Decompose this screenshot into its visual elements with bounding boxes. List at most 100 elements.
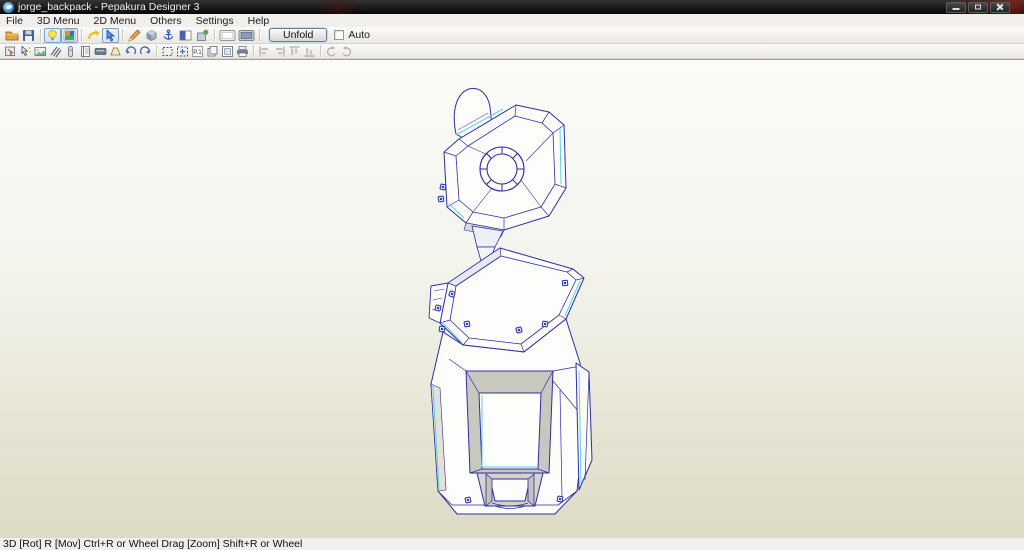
pencil-edit-icon	[128, 29, 141, 42]
toolbar-separator	[320, 45, 321, 57]
title-bar[interactable]: jorge_backpack - Pepakura Designer 3	[0, 0, 1024, 14]
light-toggle-button[interactable]	[44, 27, 61, 43]
anchor-fix-icon	[163, 28, 174, 40]
redo-curve-icon	[139, 45, 151, 54]
flap-tab-icon	[110, 47, 121, 55]
notebook-icon	[81, 45, 90, 57]
rotate-cw-icon	[342, 45, 352, 56]
hatch-lines-icon	[50, 46, 62, 57]
close-button[interactable]	[990, 1, 1010, 13]
toolbar-separator	[214, 29, 215, 41]
align-bottom-button[interactable]	[302, 45, 317, 58]
split-view-button[interactable]	[177, 28, 194, 43]
app-window: jorge_backpack - Pepakura Designer 3 Fil…	[0, 0, 1024, 550]
undo-curve-icon	[125, 45, 137, 54]
toolbar-separator	[156, 45, 157, 57]
pane-2d-icon	[238, 29, 255, 41]
unfold-button[interactable]: Unfold	[269, 28, 328, 42]
redo-curve-button[interactable]	[138, 45, 153, 58]
menu-settings[interactable]: Settings	[196, 15, 234, 27]
toolbar-2d-tools: P.1	[0, 44, 1024, 59]
menu-others[interactable]: Others	[150, 15, 182, 27]
pick-point-button[interactable]	[18, 45, 33, 58]
menu-2d[interactable]: 2D Menu	[94, 15, 137, 27]
material-box-button[interactable]	[143, 28, 160, 43]
toolbar-separator	[253, 45, 254, 57]
page-frame-icon	[222, 45, 233, 57]
select-pointer-button[interactable]	[102, 27, 119, 43]
toolbar-separator	[122, 29, 123, 41]
move-marquee-icon	[177, 46, 188, 56]
flap-tab-button[interactable]	[108, 45, 123, 58]
save-button[interactable]	[20, 28, 37, 43]
glue-stick-icon	[68, 45, 73, 57]
undo-curve-button[interactable]	[123, 45, 138, 58]
minimize-button[interactable]	[946, 1, 966, 13]
save-icon	[23, 29, 34, 41]
toolbar-main: Unfold Auto	[0, 27, 1024, 44]
edit-image-button[interactable]	[33, 45, 48, 58]
restore-button[interactable]	[968, 1, 988, 13]
move-marquee-button[interactable]	[175, 45, 190, 58]
toolbar-separator	[259, 29, 260, 41]
glue-stick-button[interactable]	[63, 45, 78, 58]
menu-bar: File 3D Menu 2D Menu Others Settings Hel…	[0, 14, 1024, 27]
align-left-button[interactable]	[257, 45, 272, 58]
toolbar-separator	[40, 29, 41, 41]
select-part-button[interactable]	[3, 45, 18, 58]
open-folder-icon	[5, 31, 18, 41]
part-settings-icon	[197, 29, 209, 41]
texture-view-icon	[63, 29, 76, 41]
page-number-icon: P.1	[192, 45, 203, 57]
align-right-button[interactable]	[272, 45, 287, 58]
rotate-view-button[interactable]	[85, 28, 102, 43]
edit-image-icon	[34, 46, 46, 56]
close-icon	[996, 3, 1004, 11]
split-view-icon	[179, 30, 192, 40]
pane-3d-button[interactable]	[218, 28, 237, 43]
anchor-fix-button[interactable]	[160, 28, 177, 43]
auto-unfold-option: Auto	[334, 29, 370, 41]
page-stack-icon	[207, 45, 218, 56]
page-frame-button[interactable]	[220, 45, 235, 58]
status-bar: 3D [Rot] R [Mov] Ctrl+R or Wheel Drag [Z…	[0, 537, 1024, 550]
model-viewport[interactable]	[0, 59, 1024, 537]
rotate-cw-button[interactable]	[339, 45, 354, 58]
window-title: jorge_backpack - Pepakura Designer 3	[18, 1, 200, 13]
rotate-ccw-button[interactable]	[324, 45, 339, 58]
align-right-icon	[276, 46, 285, 56]
restore-icon	[975, 4, 981, 10]
window-controls	[946, 1, 1010, 13]
printer-icon	[237, 45, 248, 57]
status-text: 3D [Rot] R [Mov] Ctrl+R or Wheel Drag [Z…	[3, 538, 303, 550]
page-stack-button[interactable]	[205, 45, 220, 58]
menu-help[interactable]: Help	[248, 15, 270, 27]
printer-button[interactable]	[235, 45, 250, 58]
menu-3d[interactable]: 3D Menu	[37, 15, 80, 27]
pane-2d-button[interactable]	[237, 28, 256, 43]
notebook-button[interactable]	[78, 45, 93, 58]
open-folder-button[interactable]	[3, 28, 20, 43]
rotate-ccw-icon	[326, 45, 336, 56]
toolbar-separator	[81, 29, 82, 41]
select-part-icon	[5, 46, 15, 56]
envelope-slot-button[interactable]	[93, 45, 108, 58]
select-pointer-icon	[106, 28, 115, 41]
pencil-edit-button[interactable]	[126, 28, 143, 43]
3d-model-wireframe	[428, 87, 593, 515]
part-settings-button[interactable]	[194, 28, 211, 43]
pane-3d-icon	[219, 29, 236, 41]
align-bottom-icon	[304, 47, 315, 57]
svg-text:P.1: P.1	[193, 49, 202, 56]
marquee-box-button[interactable]	[160, 45, 175, 58]
auto-checkbox[interactable]	[334, 30, 345, 40]
align-top-icon	[289, 45, 300, 55]
minimize-icon	[952, 8, 960, 10]
align-top-button[interactable]	[287, 45, 302, 58]
marquee-box-icon	[162, 46, 173, 56]
hatch-lines-button[interactable]	[48, 45, 63, 58]
menu-file[interactable]: File	[6, 15, 23, 27]
texture-view-button[interactable]	[61, 27, 78, 43]
auto-label: Auto	[348, 29, 370, 41]
page-number-button[interactable]: P.1	[190, 45, 205, 58]
